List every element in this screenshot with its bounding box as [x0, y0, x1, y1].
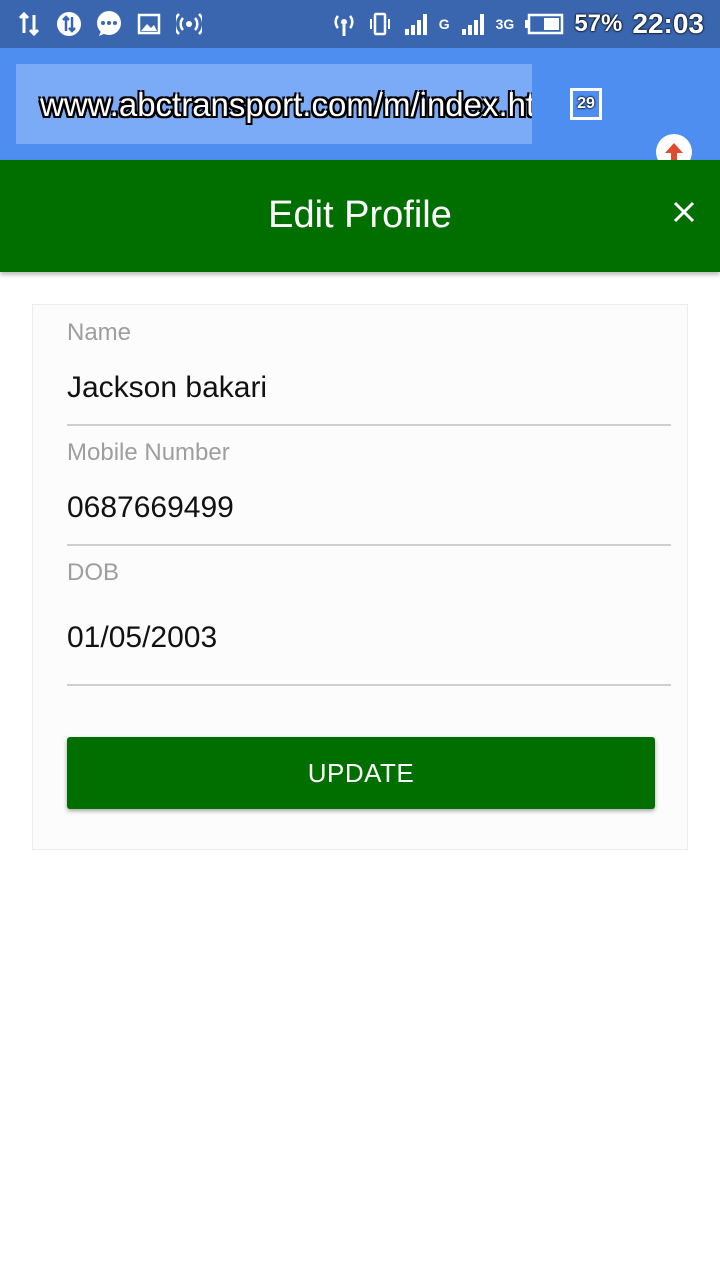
mobile-number-field[interactable]: Mobile Number 0687669499	[67, 439, 671, 547]
battery-icon	[524, 11, 564, 37]
dob-input[interactable]: 01/05/2003	[67, 621, 217, 655]
url-bar[interactable]: www.abctransport.com/m/index.html	[16, 64, 532, 144]
dob-label: DOB	[67, 559, 120, 586]
app-bar: Edit Profile	[0, 160, 720, 272]
messenger-icon	[96, 11, 122, 37]
profile-form-card: Name Jackson bakari Mobile Number 068766…	[32, 304, 688, 850]
status-bar-left	[16, 8, 202, 40]
data-saver-icon	[56, 11, 82, 37]
gallery-icon	[136, 11, 162, 37]
name-label: Name	[67, 319, 132, 346]
network-type-3g: 3G	[495, 16, 515, 32]
close-icon	[673, 201, 695, 223]
mobile-number-underline	[67, 544, 671, 546]
url-text[interactable]: www.abctransport.com/m/index.html	[40, 86, 532, 124]
mobile-number-label: Mobile Number	[67, 439, 230, 466]
vibrate-icon	[367, 11, 393, 37]
update-button[interactable]: UPDATE	[67, 737, 655, 809]
close-button[interactable]	[666, 194, 702, 230]
status-bar-right: G 3G 57% 22:03	[331, 8, 704, 40]
name-field[interactable]: Name Jackson bakari	[67, 319, 671, 427]
data-transfer-icon	[16, 11, 42, 37]
name-underline	[67, 424, 671, 426]
hotspot-icon	[176, 11, 202, 37]
name-input[interactable]: Jackson bakari	[67, 371, 267, 405]
dob-underline	[67, 684, 671, 686]
signal-icon	[403, 11, 429, 37]
clock: 22:03	[632, 8, 704, 39]
dob-field[interactable]: DOB 01/05/2003	[67, 559, 671, 687]
tab-count: 29	[577, 95, 595, 112]
browser-toolbar: www.abctransport.com/m/index.html 29	[0, 48, 720, 170]
battery-percent: 57%	[574, 10, 623, 37]
tabs-button[interactable]: 29	[570, 88, 602, 120]
mobile-number-input[interactable]: 0687669499	[67, 491, 234, 525]
network-type-g: G	[438, 16, 450, 32]
status-bar: G 3G 57% 22:03	[0, 0, 720, 48]
wireless-icon	[331, 11, 357, 37]
signal-icon	[460, 11, 486, 37]
page-title: Edit Profile	[268, 194, 452, 236]
